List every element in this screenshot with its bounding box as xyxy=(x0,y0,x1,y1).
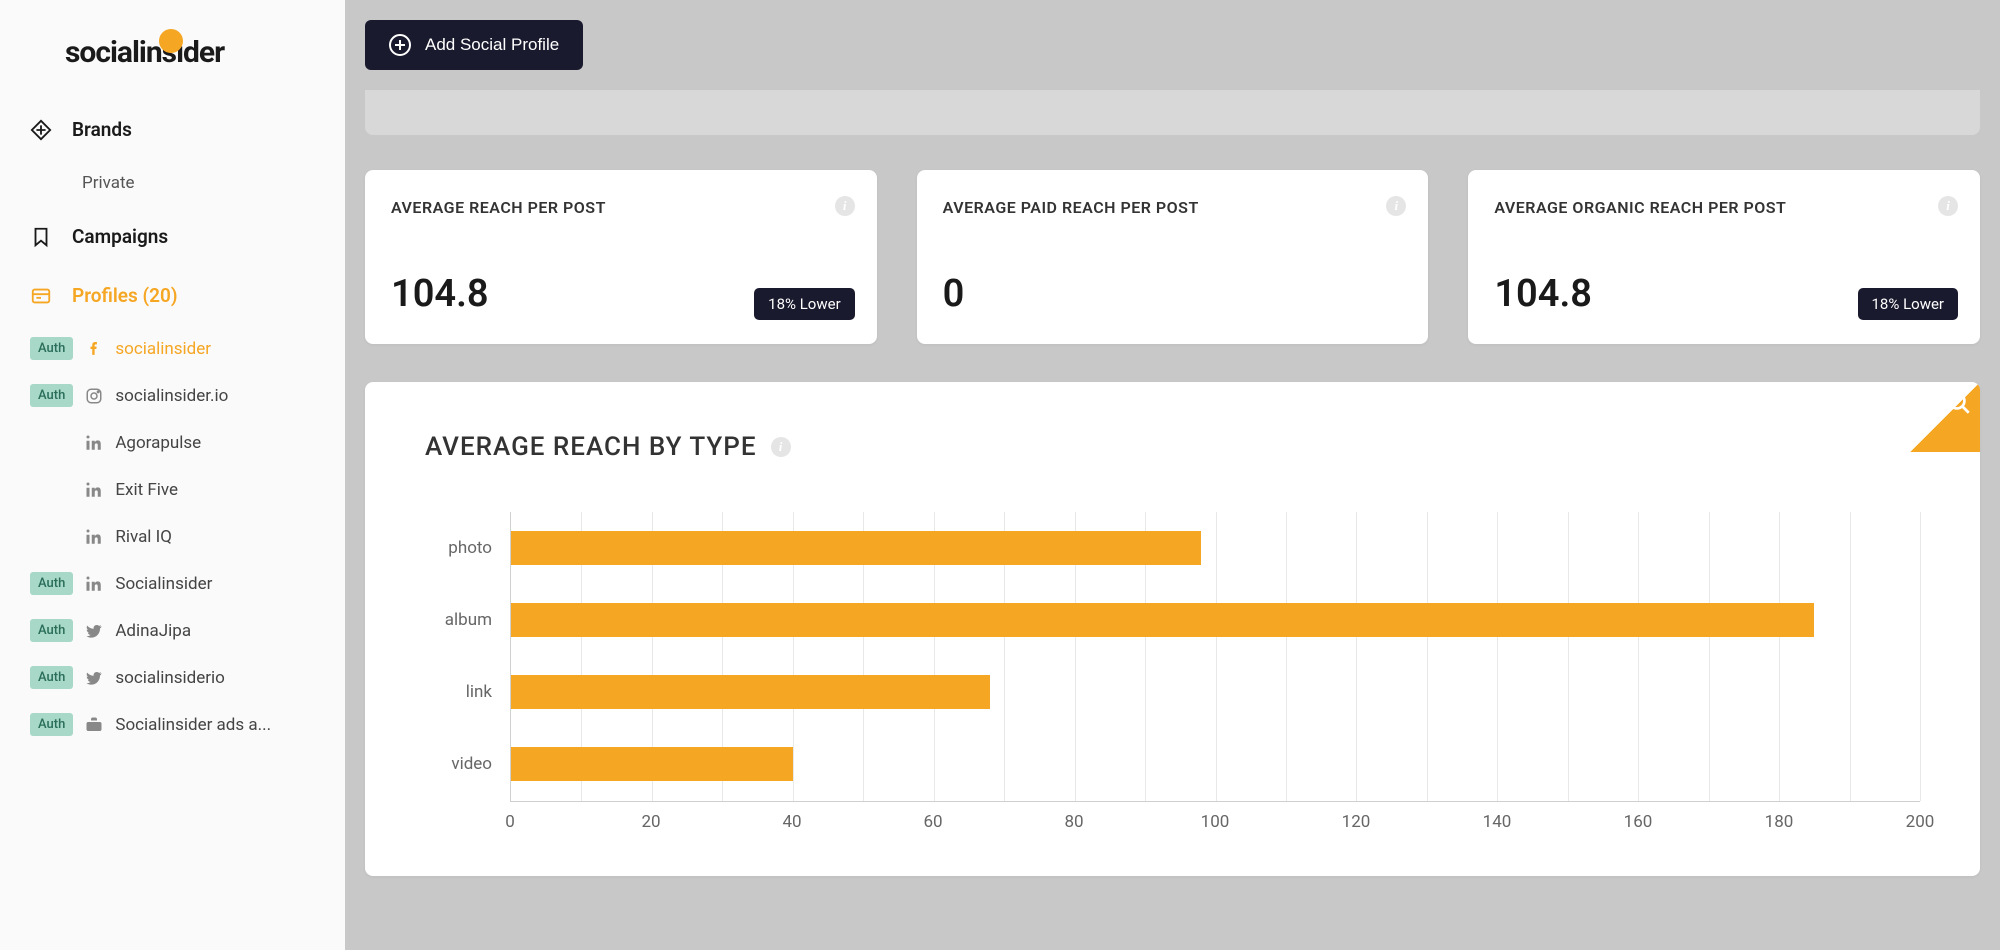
profile-item[interactable]: Auth Socialinsider xyxy=(0,560,345,607)
info-icon[interactable]: i xyxy=(835,196,855,216)
add-button-label: Add Social Profile xyxy=(425,35,559,55)
chart-x-tick: 180 xyxy=(1765,812,1794,832)
chart-y-label: link xyxy=(425,656,492,728)
info-icon[interactable]: i xyxy=(771,437,791,457)
chart-x-tick: 100 xyxy=(1201,812,1230,832)
profile-item[interactable]: AuthRival IQ xyxy=(0,513,345,560)
twitter-icon xyxy=(85,669,103,687)
linkedin-icon xyxy=(85,434,103,452)
instagram-icon xyxy=(85,387,103,405)
nav-brands-label: Brands xyxy=(72,118,132,141)
chart-x-tick: 40 xyxy=(782,812,801,832)
auth-badge: Auth xyxy=(30,666,73,689)
chart-x-tick: 20 xyxy=(641,812,660,832)
plus-circle-icon xyxy=(389,34,411,56)
chart-bar xyxy=(511,531,1201,565)
auth-badge: Auth xyxy=(30,713,73,736)
metric-avg-paid-reach: AVERAGE PAID REACH PER POST i 0 xyxy=(917,170,1429,344)
chart-bar xyxy=(511,675,990,709)
metric-avg-reach: AVERAGE REACH PER POST i 104.8 18% Lower xyxy=(365,170,877,344)
search-icon xyxy=(1946,390,1972,416)
profile-name: Rival IQ xyxy=(115,527,315,547)
nav-profiles[interactable]: Profiles (20) xyxy=(0,266,345,325)
nav-brands[interactable]: Brands xyxy=(0,100,345,159)
move-icon xyxy=(30,119,52,141)
profile-name: Socialinsider xyxy=(115,574,315,594)
metric-badge: 18% Lower xyxy=(754,288,855,320)
chart-y-label: album xyxy=(425,584,492,656)
chart-title: AVERAGE REACH BY TYPE xyxy=(425,432,757,462)
metric-title: AVERAGE ORGANIC REACH PER POST xyxy=(1494,198,1954,217)
logo-text: socialinsider xyxy=(65,35,224,70)
metric-badge: 18% Lower xyxy=(1858,288,1959,320)
metric-value: 0 xyxy=(943,272,1403,316)
chart-x-tick: 160 xyxy=(1624,812,1653,832)
chart-y-label: video xyxy=(425,728,492,800)
nav-campaigns[interactable]: Campaigns xyxy=(0,207,345,266)
sidebar: socialinsider Brands Private Campaigns P… xyxy=(0,0,345,950)
profile-name: AdinaJipa xyxy=(115,621,315,641)
logo[interactable]: socialinsider xyxy=(0,20,345,100)
profile-name: Agorapulse xyxy=(115,433,315,453)
profile-item[interactable]: Auth socialinsider.io xyxy=(0,372,345,419)
chart-x-tick: 120 xyxy=(1342,812,1371,832)
briefcase-icon xyxy=(85,716,103,734)
profile-item[interactable]: AuthExit Five xyxy=(0,466,345,513)
auth-badge: Auth xyxy=(30,572,73,595)
bookmark-icon xyxy=(30,226,52,248)
topbar: Add Social Profile xyxy=(345,0,2000,90)
chart-x-tick: 200 xyxy=(1906,812,1935,832)
add-social-profile-button[interactable]: Add Social Profile xyxy=(365,20,583,70)
chart-y-label: photo xyxy=(425,512,492,584)
profile-name: Exit Five xyxy=(115,480,315,500)
nav-brands-private[interactable]: Private xyxy=(0,159,345,207)
profile-item[interactable]: Auth socialinsiderio xyxy=(0,654,345,701)
main-content: Add Social Profile AVERAGE REACH PER POS… xyxy=(345,0,2000,950)
chart-expand-corner[interactable] xyxy=(1910,382,1980,452)
chart-x-tick: 80 xyxy=(1064,812,1083,832)
facebook-icon xyxy=(85,340,103,358)
info-icon[interactable]: i xyxy=(1386,196,1406,216)
linkedin-icon xyxy=(85,575,103,593)
nav-campaigns-label: Campaigns xyxy=(72,225,168,248)
twitter-icon xyxy=(85,622,103,640)
linkedin-icon xyxy=(85,481,103,499)
profiles-icon xyxy=(30,285,52,307)
profile-item[interactable]: Auth AdinaJipa xyxy=(0,607,345,654)
chart-x-tick: 0 xyxy=(505,812,515,832)
chart-plot xyxy=(510,512,1920,802)
metric-avg-organic-reach: AVERAGE ORGANIC REACH PER POST i 104.8 1… xyxy=(1468,170,1980,344)
chart-bar xyxy=(511,603,1814,637)
auth-badge: Auth xyxy=(30,619,73,642)
nav-profiles-label: Profiles (20) xyxy=(72,284,178,307)
auth-badge: Auth xyxy=(30,337,73,360)
profile-name: socialinsiderio xyxy=(115,668,315,688)
chart-area: photoalbumlinkvideo xyxy=(425,512,1920,802)
metrics-row: AVERAGE REACH PER POST i 104.8 18% Lower… xyxy=(345,170,2000,344)
profile-list: AuthsocialinsiderAuthsocialinsider.ioAut… xyxy=(0,325,345,748)
info-icon[interactable]: i xyxy=(1938,196,1958,216)
profile-name: socialinsider.io xyxy=(115,386,315,406)
chart-x-tick: 60 xyxy=(923,812,942,832)
linkedin-icon xyxy=(85,528,103,546)
chart-card: AVERAGE REACH BY TYPE i photoalbumlinkvi… xyxy=(365,382,1980,876)
chart-bar xyxy=(511,747,793,781)
profile-item[interactable]: AuthAgorapulse xyxy=(0,419,345,466)
profile-item[interactable]: Auth Socialinsider ads a... xyxy=(0,701,345,748)
profile-item[interactable]: Auth socialinsider xyxy=(0,325,345,372)
chart-x-tick: 140 xyxy=(1483,812,1512,832)
auth-badge: Auth xyxy=(30,384,73,407)
metric-title: AVERAGE PAID REACH PER POST xyxy=(943,198,1403,217)
profile-name: socialinsider xyxy=(115,339,315,359)
collapsed-panel xyxy=(365,90,1980,135)
metric-title: AVERAGE REACH PER POST xyxy=(391,198,851,217)
profile-name: Socialinsider ads a... xyxy=(115,715,315,735)
